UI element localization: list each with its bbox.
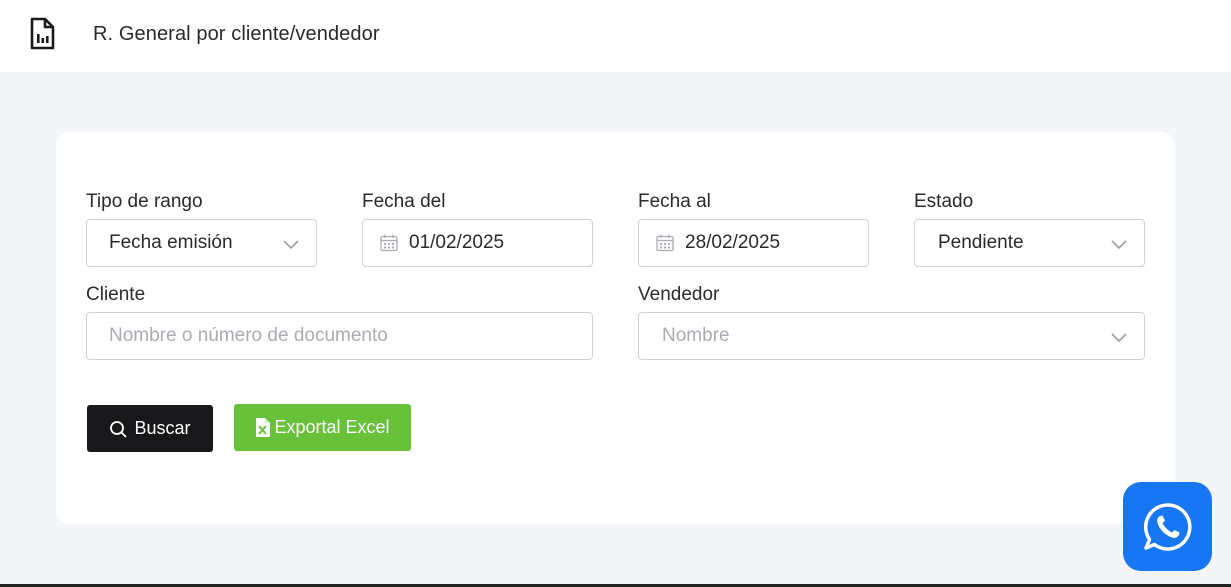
status-select[interactable]: Pendiente — [914, 219, 1145, 267]
range-type-value: Fecha emisión — [109, 232, 233, 253]
page-title: R. General por cliente/vendedor — [93, 23, 380, 45]
date-to-label: Fecha al — [638, 191, 711, 212]
range-type-label: Tipo de rango — [86, 191, 203, 212]
calendar-icon — [656, 234, 674, 252]
date-from-label: Fecha del — [362, 191, 446, 212]
status-label: Estado — [914, 191, 974, 212]
chevron-down-icon — [1111, 333, 1127, 343]
search-button-label: Buscar — [134, 418, 191, 438]
whatsapp-icon — [1143, 502, 1192, 551]
client-placeholder: Nombre o número de documento — [109, 325, 388, 346]
client-label: Cliente — [86, 284, 146, 305]
filter-card: Tipo de rango Fecha emisión Fecha del 01… — [56, 132, 1175, 524]
date-from-value: 01/02/2025 — [409, 232, 505, 253]
chevron-down-icon — [1111, 240, 1127, 250]
search-icon — [109, 420, 127, 438]
seller-placeholder: Nombre — [662, 325, 730, 346]
export-excel-button[interactable]: Exportal Excel — [234, 404, 411, 451]
date-from-input[interactable]: 01/02/2025 — [362, 219, 593, 267]
date-to-value: 28/02/2025 — [685, 232, 781, 253]
status-value: Pendiente — [938, 232, 1024, 253]
client-input[interactable]: Nombre o número de documento — [86, 312, 593, 360]
top-header: R. General por cliente/vendedor — [0, 0, 1231, 72]
chevron-down-icon — [283, 240, 299, 250]
date-to-input[interactable]: 28/02/2025 — [638, 219, 869, 267]
range-type-select[interactable]: Fecha emisión — [86, 219, 317, 267]
seller-select[interactable]: Nombre — [638, 312, 1145, 360]
calendar-icon — [380, 234, 398, 252]
search-button[interactable]: Buscar — [87, 405, 213, 452]
whatsapp-button[interactable] — [1123, 482, 1212, 571]
report-document-icon — [30, 17, 55, 50]
export-excel-label: Exportal Excel — [274, 417, 390, 437]
seller-label: Vendedor — [638, 284, 720, 305]
excel-file-icon — [255, 418, 271, 437]
